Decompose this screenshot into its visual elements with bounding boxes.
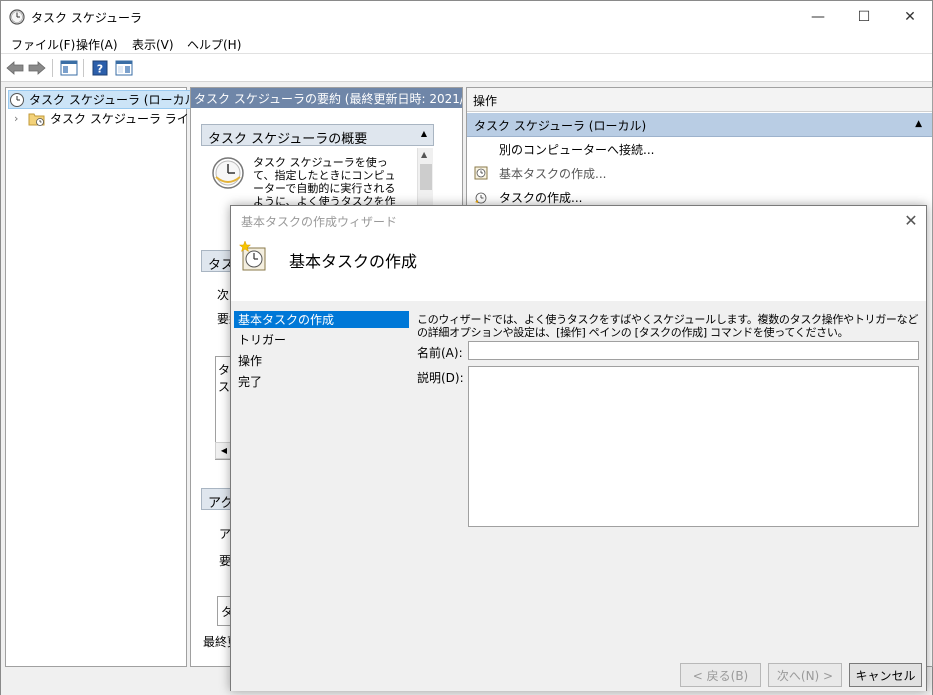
show-hide-action-pane-icon[interactable]	[114, 58, 134, 78]
name-label: 名前(A):	[417, 346, 463, 360]
description-label: 説明(D):	[417, 371, 464, 385]
dialog-close-button[interactable]: ✕	[901, 210, 921, 230]
wizard-description: このウィザードでは、よく使うタスクをすばやくスケジュールします。複数のタスク操作…	[417, 313, 919, 339]
collapse-icon[interactable]: ▲	[421, 129, 427, 138]
toolbar-separator	[83, 59, 84, 77]
window-title: タスク スケジューラ	[31, 11, 142, 25]
create-task-label: タスクの作成...	[499, 190, 583, 205]
step-trigger[interactable]: トリガー	[234, 331, 409, 348]
actions-group-header[interactable]: タスク スケジューラ (ローカル) ▲	[467, 113, 932, 137]
create-basic-task-wizard: 基本タスクの作成ウィザード ✕ 基本タスクの作成 基本タスクの作成 トリガー 操…	[230, 205, 927, 691]
basic-task-icon	[474, 166, 488, 180]
menu-file[interactable]: ファイル(F)	[11, 36, 75, 53]
overview-scrollbar[interactable]: ▲	[417, 148, 433, 208]
overview-section-title: タスク スケジューラの概要	[208, 132, 368, 146]
forward-arrow-icon[interactable]	[27, 58, 47, 78]
next-button[interactable]: 次へ(N) >	[768, 663, 842, 687]
task-icon	[475, 192, 487, 204]
help-icon[interactable]: ?	[90, 58, 110, 78]
scroll-up-icon[interactable]: ▲	[421, 150, 427, 159]
toolbar: ?	[1, 54, 932, 82]
menu-view[interactable]: 表示(V)	[132, 36, 174, 53]
overview-section-header[interactable]: タスク スケジューラの概要 ▲	[201, 124, 434, 146]
maximize-button[interactable]: ☐	[841, 1, 887, 32]
show-hide-console-tree-icon[interactable]	[59, 58, 79, 78]
console-tree: タスク スケジューラ (ローカル) › タスク スケジューラ ライブラリ	[5, 87, 225, 667]
wizard-task-icon	[239, 240, 266, 271]
clock-icon	[212, 157, 244, 189]
dialog-title: 基本タスクの作成ウィザード	[241, 215, 398, 229]
connect-computer-action[interactable]: 別のコンピューターへ接続...	[499, 138, 654, 160]
folder-clock-icon	[28, 113, 45, 126]
back-button[interactable]: < 戻る(B)	[680, 663, 761, 687]
close-button[interactable]: ✕	[887, 1, 933, 32]
clock-icon	[9, 9, 25, 25]
actions-group-title: タスク スケジューラ (ローカル)	[474, 119, 647, 133]
create-basic-task-action[interactable]: 基本タスクの作成...	[473, 162, 606, 184]
back-arrow-icon[interactable]	[5, 58, 25, 78]
step-action[interactable]: 操作	[234, 352, 409, 369]
menu-help[interactable]: ヘルプ(H)	[187, 36, 241, 53]
toolbar-separator	[52, 59, 53, 77]
step-finish[interactable]: 完了	[234, 373, 409, 390]
dialog-heading: 基本タスクの作成	[289, 252, 418, 271]
description-input[interactable]	[468, 366, 919, 527]
overview-text: タスク スケジューラを使って、指定したときにコンピューターで自動的に実行されるよ…	[253, 156, 396, 208]
dialog-body: 基本タスクの作成 トリガー 操作 完了 このウィザードでは、よく使うタスクをすば…	[231, 301, 926, 661]
tree-item-root-label: タスク スケジューラ (ローカル)	[29, 93, 202, 107]
step-create-basic-task[interactable]: 基本タスクの作成	[234, 311, 409, 328]
dialog-button-bar: < 戻る(B) 次へ(N) > キャンセル	[231, 661, 926, 691]
menu-bar: ファイル(F) 操作(A) 表示(V) ヘルプ(H)	[1, 32, 932, 54]
create-basic-task-label: 基本タスクの作成...	[499, 166, 607, 181]
clock-icon	[10, 92, 24, 107]
chevron-right-icon[interactable]: ›	[14, 112, 24, 125]
svg-text:?: ?	[97, 63, 103, 76]
collapse-icon[interactable]: ▲	[915, 119, 922, 129]
tree-item-root[interactable]: タスク スケジューラ (ローカル)	[8, 90, 205, 109]
menu-action[interactable]: 操作(A)	[76, 36, 118, 53]
actions-pane-header: 操作	[467, 88, 932, 112]
scrollbar-thumb[interactable]	[420, 164, 432, 190]
minimize-button[interactable]: —	[795, 1, 841, 32]
summary-pane-header: タスク スケジューラの要約 (最終更新日時: 2021/10/13	[191, 88, 462, 108]
name-input[interactable]	[468, 341, 919, 360]
cancel-button[interactable]: キャンセル	[849, 663, 922, 687]
title-bar[interactable]: タスク スケジューラ — ☐ ✕	[1, 1, 932, 32]
